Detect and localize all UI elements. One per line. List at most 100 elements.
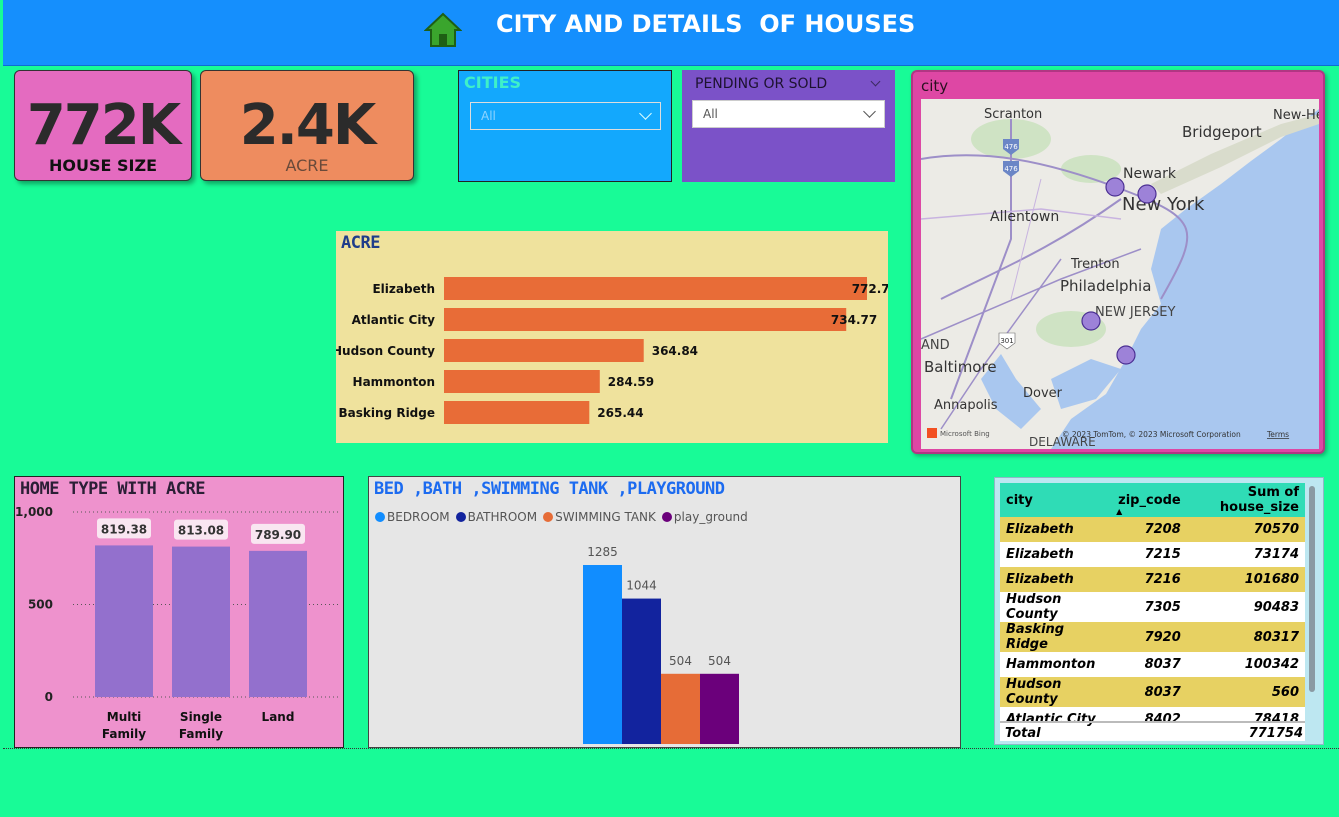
acre-bar: [444, 401, 590, 424]
amenities-plot[interactable]: 1285 1044 504 504: [369, 477, 962, 749]
acre-bar: [444, 370, 600, 393]
cities-dropdown[interactable]: All: [470, 102, 661, 130]
chevron-down-icon[interactable]: [870, 76, 881, 87]
status-dropdown[interactable]: All: [692, 100, 885, 128]
table-row[interactable]: Hudson County 8037 560: [1000, 677, 1305, 707]
home-value-label: 789.90: [255, 528, 301, 542]
table-scrollbar[interactable]: [1309, 486, 1315, 692]
map-canvas[interactable]: 476 476 301 Scranton Bridgeport New-Hew …: [921, 99, 1319, 449]
table-total-row: Total 771754: [1000, 721, 1305, 743]
amenity-value-label: 1285: [587, 545, 618, 559]
data-table: city zip_code ▲ Sum of house_size Elizabe…: [1000, 483, 1305, 732]
status-dropdown-value: All: [703, 107, 718, 121]
amenity-value-label: 504: [669, 654, 692, 668]
col-header-zip-label: zip_code: [1118, 492, 1181, 508]
col-header-zip[interactable]: zip_code ▲: [1112, 483, 1187, 517]
amenities-chart[interactable]: BED ,BATH ,SWIMMING TANK ,PLAYGROUND BED…: [368, 476, 961, 748]
route-shield-label: 476: [1004, 165, 1018, 173]
map-point[interactable]: [1137, 184, 1157, 204]
status-slicer: PENDING OR SOLD All: [682, 70, 895, 182]
home-ytick-label: 0: [45, 690, 53, 704]
cell-house-size: 560: [1271, 684, 1299, 700]
table-row[interactable]: Elizabeth 7215 73174: [1000, 542, 1305, 567]
col-header-size[interactable]: Sum of house_size: [1187, 483, 1305, 517]
status-slicer-title: PENDING OR SOLD: [695, 76, 828, 92]
map-label-scranton: Scranton: [984, 107, 1042, 122]
cities-dropdown-value: All: [481, 109, 496, 123]
home-category-label: Family: [179, 727, 223, 741]
table-inner: city zip_code ▲ Sum of house_size Elizabe…: [1000, 483, 1305, 741]
house-size-label: HOUSE SIZE: [48, 156, 157, 175]
acre-value-label: 772.72: [852, 282, 888, 296]
cell-house-size: 101680: [1244, 572, 1299, 587]
bing-label: Microsoft Bing: [940, 430, 990, 438]
house-size-card[interactable]: 772K HOUSE SIZE: [14, 70, 192, 181]
acre-value: 2.4K: [239, 93, 377, 158]
acre-chart-plot[interactable]: Elizabeth 772.72 Atlantic City 734.77 Hudson…: [336, 231, 888, 443]
map-label-trenton: Trenton: [1070, 257, 1120, 272]
table-row[interactable]: Basking Ridge 7920 80317: [1000, 622, 1305, 652]
acre-bar: [444, 339, 644, 362]
cell-house-size: 100342: [1244, 657, 1299, 672]
acre-category-label: Atlantic City: [352, 313, 436, 327]
cell-house-size: 80317: [1253, 629, 1299, 645]
map-label-new-haven: New-Hew: [1273, 108, 1319, 123]
amenity-value-label: 504: [708, 654, 731, 668]
cell-zip: 7215: [1144, 547, 1181, 562]
col-header-city-label: city: [1006, 492, 1033, 508]
cell-house-size: 73174: [1253, 547, 1299, 562]
map-label-baltimore: Baltimore: [924, 358, 997, 376]
sort-asc-icon: ▲: [1116, 507, 1123, 516]
acre-bar: [444, 277, 867, 300]
acre-category-label: Hammonton: [353, 375, 435, 389]
map-label-new-york: New York: [1122, 194, 1205, 215]
table-row[interactable]: Hammonton 8037 100342: [1000, 652, 1305, 677]
map-point[interactable]: [1116, 345, 1136, 365]
acre-chart[interactable]: ACRE Elizabeth772.72Atlantic City734.77H…: [336, 231, 888, 443]
col-header-city[interactable]: city: [1000, 483, 1112, 517]
acre-value-label: 265.44: [597, 406, 643, 420]
route-shield-label: 476: [1004, 143, 1018, 151]
table-header-row: city zip_code ▲ Sum of house_size: [1000, 483, 1305, 517]
total-label: Total: [1005, 726, 1041, 741]
home-ytick-label: 1,000: [15, 505, 53, 519]
map-visual[interactable]: city 476 476 301 Scranton Bridgeport New…: [911, 70, 1325, 454]
table-row[interactable]: Hudson County 7305 90483: [1000, 592, 1305, 622]
table-row[interactable]: Elizabeth 7208 70570: [1000, 517, 1305, 542]
map-terms-link[interactable]: Terms: [1266, 430, 1289, 439]
col-header-size-label: Sum of house_size: [1219, 485, 1299, 515]
map-attribution: © 2023 TomTom, © 2023 Microsoft Corporat…: [1062, 430, 1241, 439]
cell-zip: 7216: [1144, 572, 1181, 587]
cell-zip: 7208: [1144, 522, 1181, 537]
table-row[interactable]: Elizabeth 7216 101680: [1000, 567, 1305, 592]
acre-category-label: Hudson County: [336, 344, 435, 358]
acre-category-label: Elizabeth: [372, 282, 435, 296]
acre-card[interactable]: 2.4K ACRE: [200, 70, 414, 181]
home-category-label: Family: [102, 727, 146, 741]
map-label-allentown: Allentown: [990, 209, 1059, 225]
cell-city: Basking Ridge: [1006, 622, 1065, 652]
acre-value-label: 734.77: [831, 313, 877, 327]
map-title: city: [921, 77, 949, 95]
house-table[interactable]: city zip_code ▲ Sum of house_size Elizabe…: [994, 477, 1324, 745]
map-point[interactable]: [1081, 311, 1101, 331]
home-category-label: Single: [180, 710, 222, 724]
home-bar: [172, 546, 230, 697]
map-label-newark: Newark: [1123, 166, 1177, 182]
cell-city: Elizabeth: [1006, 547, 1074, 562]
cell-city: Hudson County: [1006, 592, 1062, 622]
cell-city: Elizabeth: [1006, 522, 1074, 537]
bing-logo: [927, 428, 937, 438]
cell-city: Hammonton: [1006, 657, 1096, 672]
home-icon[interactable]: [424, 12, 462, 48]
acre-category-label: Basking Ridge: [339, 406, 435, 420]
amenity-bar: [661, 673, 700, 744]
map-point[interactable]: [1105, 177, 1125, 197]
map-label-and: AND: [921, 338, 950, 353]
home-type-plot[interactable]: 0 500 1,000 819.38 Multi Family 813.08 Single Fa…: [15, 477, 345, 749]
map-label-new-jersey: NEW JERSEY: [1095, 305, 1175, 320]
cell-zip: 8037: [1144, 684, 1181, 700]
home-type-chart[interactable]: HOME TYPE WITH ACRE 0 500 1,000 819.38 Multi…: [14, 476, 344, 748]
map-label-dover: Dover: [1023, 386, 1063, 401]
house-size-value: 772K: [26, 93, 181, 158]
